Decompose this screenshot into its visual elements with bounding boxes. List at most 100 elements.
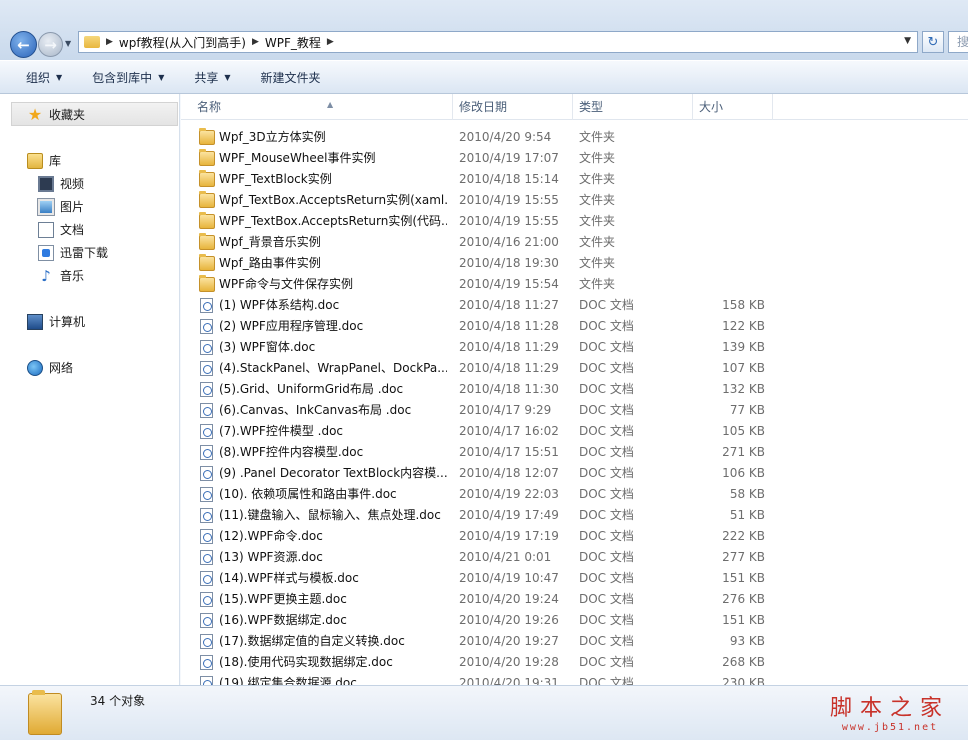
nav-item-downloads[interactable]: 迅雷下载 <box>38 244 108 261</box>
file-row[interactable]: (13) WPF资源.doc 2010/4/21 0:01 DOC 文档 277 KB <box>181 547 968 568</box>
address-history-dropdown[interactable]: ▼ <box>904 36 911 46</box>
file-row[interactable]: (12).WPF命令.doc 2010/4/19 17:19 DOC 文档 222 K… <box>181 526 968 547</box>
chevron-right-icon[interactable]: ▶ <box>327 37 334 47</box>
file-row[interactable]: (15).WPF更换主题.doc 2010/4/20 19:24 DOC 文档 276… <box>181 589 968 610</box>
refresh-button[interactable]: ↻ <box>922 31 944 53</box>
file-row[interactable]: WPF_TextBox.AcceptsReturn实例(代码... 2010/4/… <box>181 211 968 232</box>
file-date: 2010/4/19 15:54 <box>459 277 559 291</box>
file-name: (5).Grid、UniformGrid布局 .doc <box>219 382 404 396</box>
file-type: DOC 文档 <box>579 508 634 522</box>
file-size: 277 KB <box>722 550 765 564</box>
organize-label: 组织 <box>26 70 51 85</box>
back-button[interactable]: ← <box>10 31 37 58</box>
nav-label: 音乐 <box>60 269 85 283</box>
file-row[interactable]: (9) .Panel Decorator TextBlock内容模... 2010… <box>181 463 968 484</box>
file-name: (13) WPF资源.doc <box>219 550 323 564</box>
file-row[interactable]: WPF_MouseWheel事件实例 2010/4/19 17:07 文件夹 <box>181 148 968 169</box>
file-size <box>701 274 765 295</box>
file-row[interactable]: Wpf_TextBox.AcceptsReturn实例(xaml... 2010/… <box>181 190 968 211</box>
nav-label: 网络 <box>49 361 74 375</box>
forward-button[interactable]: → <box>38 32 63 57</box>
file-date: 2010/4/18 19:30 <box>459 256 559 270</box>
file-row[interactable]: (1) WPF体系结构.doc 2010/4/18 11:27 DOC 文档 158 … <box>181 295 968 316</box>
include-in-library-button[interactable]: 包含到库中 ▼ <box>92 69 164 86</box>
word-document-icon <box>200 529 213 544</box>
file-size: 51 KB <box>729 508 765 522</box>
file-size: 107 KB <box>722 361 765 375</box>
caret-down-icon: ▼ <box>158 72 165 82</box>
file-row[interactable]: (18).使用代码实现数据绑定.doc 2010/4/20 19:28 DOC 文档… <box>181 652 968 673</box>
file-name: Wpf_背景音乐实例 <box>219 235 321 249</box>
video-icon <box>38 175 54 192</box>
nav-label: 迅雷下载 <box>60 246 109 260</box>
file-name: (4).StackPanel、WrapPanel、DockPa... <box>219 361 447 375</box>
column-header-size[interactable]: 大小 <box>693 94 773 120</box>
file-row[interactable]: WPF_TextBlock实例 2010/4/18 15:14 文件夹 <box>181 169 968 190</box>
file-name: (12).WPF命令.doc <box>219 529 323 543</box>
file-name: (10). 依赖项属性和路由事件.doc <box>219 487 397 501</box>
file-name: (6).Canvas、InkCanvas布局 .doc <box>219 403 412 417</box>
file-date: 2010/4/19 17:19 <box>459 529 559 543</box>
file-row[interactable]: WPF命令与文件保存实例 2010/4/19 15:54 文件夹 <box>181 274 968 295</box>
file-date: 2010/4/20 19:27 <box>459 634 559 648</box>
file-type: DOC 文档 <box>579 550 634 564</box>
file-row[interactable]: (6).Canvas、InkCanvas布局 .doc 2010/4/17 9:2… <box>181 400 968 421</box>
breadcrumb[interactable]: ▶ wpf教程(从入门到高手) ▶ WPF_教程 ▶ ▼ <box>78 31 918 53</box>
column-header-date[interactable]: 修改日期 <box>453 94 573 120</box>
folder-icon <box>84 36 100 48</box>
organize-button[interactable]: 组织 ▼ <box>26 69 62 86</box>
share-label: 共享 <box>194 70 219 85</box>
share-button[interactable]: 共享 ▼ <box>194 69 230 86</box>
nav-libraries[interactable]: 库 <box>27 152 61 169</box>
nav-item-music[interactable]: ♪ 音乐 <box>38 267 84 284</box>
file-type: DOC 文档 <box>579 403 634 417</box>
file-row[interactable]: Wpf_路由事件实例 2010/4/18 19:30 文件夹 <box>181 253 968 274</box>
file-row[interactable]: (7).WPF控件模型 .doc 2010/4/17 16:02 DOC 文档 105… <box>181 421 968 442</box>
file-name: (18).使用代码实现数据绑定.doc <box>219 655 393 669</box>
column-header-name[interactable]: ▲ 名称 <box>191 94 453 120</box>
file-row[interactable]: (17).数据绑定值的自定义转换.doc 2010/4/20 19:27 DOC 文… <box>181 631 968 652</box>
file-type: DOC 文档 <box>579 529 634 543</box>
nav-computer[interactable]: 计算机 <box>27 313 85 330</box>
nav-label: 文档 <box>60 223 85 237</box>
file-name: (3) WPF窗体.doc <box>219 340 316 354</box>
column-header-type[interactable]: 类型 <box>573 94 693 120</box>
file-row[interactable]: (11).键盘输入、鼠标输入、焦点处理.doc 2010/4/19 17:49 DO… <box>181 505 968 526</box>
file-type: 文件夹 <box>579 277 616 291</box>
nav-item-videos[interactable]: 视频 <box>38 175 84 192</box>
chevron-right-icon[interactable]: ▶ <box>252 37 259 47</box>
search-input[interactable]: 搜 <box>948 31 968 53</box>
nav-network[interactable]: 网络 <box>27 359 73 376</box>
new-folder-button[interactable]: 新建文件夹 <box>261 69 321 86</box>
file-type: 文件夹 <box>579 151 616 165</box>
file-row[interactable]: (19).绑定集合数据源.doc 2010/4/20 19:31 DOC 文档 230… <box>181 673 968 685</box>
file-row[interactable]: (3) WPF窗体.doc 2010/4/18 11:29 DOC 文档 139 KB <box>181 337 968 358</box>
breadcrumb-item[interactable]: wpf教程(从入门到高手) <box>119 34 246 51</box>
nav-item-documents[interactable]: 文档 <box>38 221 84 238</box>
file-type: DOC 文档 <box>579 445 634 459</box>
file-row[interactable]: (16).WPF数据绑定.doc 2010/4/20 19:26 DOC 文档 151… <box>181 610 968 631</box>
file-size: 271 KB <box>722 445 765 459</box>
file-size <box>701 190 765 211</box>
file-row[interactable]: (2) WPF应用程序管理.doc 2010/4/18 11:28 DOC 文档 12… <box>181 316 968 337</box>
file-row[interactable]: (8).WPF控件内容模型.doc 2010/4/17 15:51 DOC 文档 27… <box>181 442 968 463</box>
word-document-icon <box>200 445 213 460</box>
breadcrumb-item[interactable]: WPF_教程 <box>265 34 321 51</box>
recent-pages-dropdown[interactable]: ▼ <box>65 39 71 48</box>
file-date: 2010/4/18 11:29 <box>459 340 559 354</box>
nav-item-pictures[interactable]: 图片 <box>37 197 84 216</box>
word-document-icon <box>200 340 213 355</box>
file-row[interactable]: (14).WPF样式与模板.doc 2010/4/19 10:47 DOC 文档 15… <box>181 568 968 589</box>
file-row[interactable]: (10). 依赖项属性和路由事件.doc 2010/4/19 22:03 DOC 文… <box>181 484 968 505</box>
nav-favorites[interactable]: ★ 收藏夹 <box>27 106 85 123</box>
file-date: 2010/4/20 19:24 <box>459 592 559 606</box>
file-row[interactable]: (4).StackPanel、WrapPanel、DockPa... 2010/4… <box>181 358 968 379</box>
file-size: 122 KB <box>722 319 765 333</box>
file-size: 158 KB <box>722 298 765 312</box>
file-row[interactable]: Wpf_背景音乐实例 2010/4/16 21:00 文件夹 <box>181 232 968 253</box>
file-type: DOC 文档 <box>579 340 634 354</box>
file-row[interactable]: (5).Grid、UniformGrid布局 .doc 2010/4/18 11:… <box>181 379 968 400</box>
arrow-left-icon: ← <box>17 35 30 54</box>
file-row[interactable]: Wpf_3D立方体实例 2010/4/20 9:54 文件夹 <box>181 127 968 148</box>
chevron-right-icon[interactable]: ▶ <box>106 37 113 47</box>
